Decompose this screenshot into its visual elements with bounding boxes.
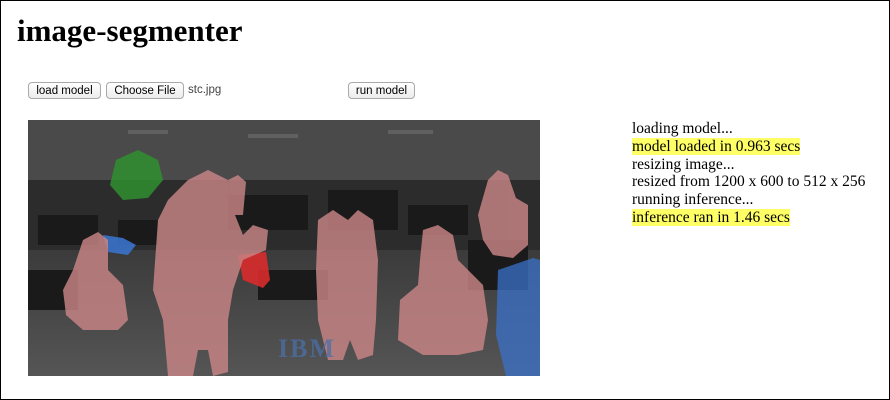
app-window: image-segmenter load model Choose File s…	[0, 0, 890, 400]
ceiling	[28, 120, 540, 180]
highlighted-log-text: inference ran in 1.46 secs	[632, 208, 790, 226]
load-model-button[interactable]: load model	[28, 82, 101, 99]
segmentation-output-image: IBM	[28, 120, 540, 376]
segmentation-canvas: IBM	[28, 120, 540, 376]
log-line: resizing image...	[632, 155, 735, 173]
log-line: resized from 1200 x 600 to 512 x 256	[632, 173, 866, 191]
log-line: running inference...	[632, 191, 754, 209]
ibm-watermark: IBM	[278, 334, 336, 363]
log-line: loading model...	[632, 120, 733, 137]
log-line: inference ran in 1.46 secs	[632, 208, 865, 227]
monitor-segment-right	[496, 258, 540, 376]
status-log: loading model... model loaded in 0.963 s…	[632, 120, 865, 227]
page-title: image-segmenter	[17, 13, 243, 48]
highlighted-log-text: model loaded in 0.963 secs	[632, 137, 801, 155]
run-model-button[interactable]: run model	[348, 82, 415, 99]
selected-file-name: stc.jpg	[188, 84, 222, 96]
log-line: model loaded in 0.963 secs	[632, 137, 865, 156]
choose-file-button[interactable]: Choose File	[106, 82, 184, 99]
